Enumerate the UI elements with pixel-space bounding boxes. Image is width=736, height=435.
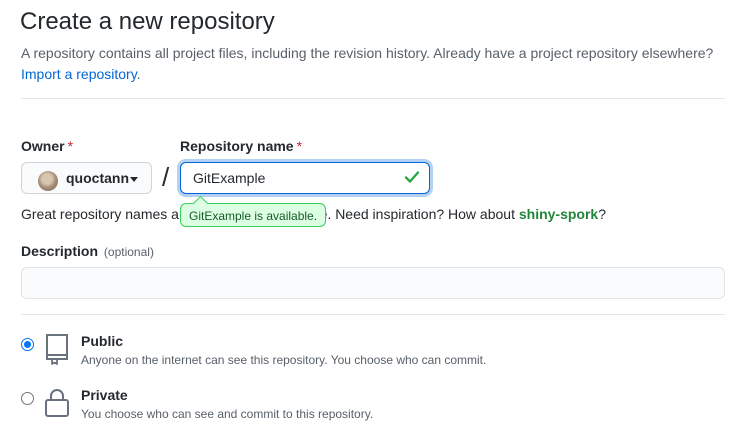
required-mark: *	[296, 138, 303, 154]
owner-name: quoctann	[66, 170, 129, 186]
owner-label: Owner *	[21, 138, 74, 154]
section-divider	[21, 314, 725, 315]
repo-name-label: Repository name *	[180, 138, 303, 154]
page-subtitle: A repository contains all project files,…	[21, 43, 721, 85]
check-icon	[404, 171, 420, 183]
private-description: You choose who can see and commit to thi…	[81, 407, 374, 421]
repo-icon	[46, 334, 68, 365]
public-radio[interactable]	[21, 338, 34, 351]
lock-icon	[45, 389, 69, 417]
caret-down-icon	[130, 177, 138, 182]
optional-tag: (optional)	[103, 245, 154, 259]
required-mark: *	[67, 138, 74, 154]
import-suffix: .	[136, 66, 141, 82]
public-description: Anyone on the internet can see this repo…	[81, 353, 487, 367]
description-label: Description (optional)	[21, 243, 154, 259]
suggested-name-link[interactable]: shiny-spork	[519, 206, 598, 222]
page-title: Create a new repository	[20, 8, 275, 35]
availability-tooltip: GitExample is available.	[180, 195, 327, 227]
subtitle-text: A repository contains all project files,…	[21, 45, 714, 61]
import-repository-link[interactable]: Import a repository	[21, 66, 137, 82]
private-radio[interactable]	[21, 392, 34, 405]
description-input[interactable]	[21, 267, 725, 299]
repo-name-input[interactable]	[180, 162, 430, 194]
avatar	[38, 171, 58, 191]
owner-repo-separator: /	[162, 162, 170, 192]
public-title: Public	[81, 333, 124, 349]
owner-dropdown[interactable]: quoctann	[21, 162, 152, 194]
private-title: Private	[81, 387, 128, 403]
header-divider	[21, 98, 725, 99]
